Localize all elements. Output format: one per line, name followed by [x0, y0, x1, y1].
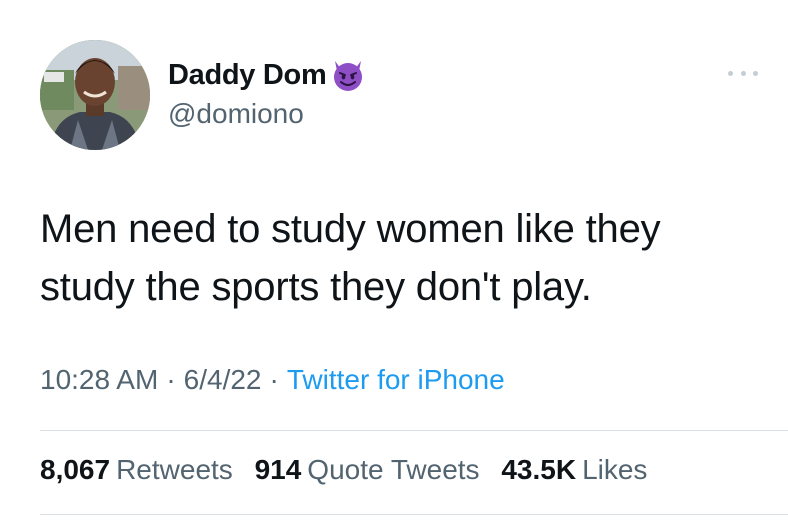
divider: [40, 514, 788, 515]
tweet-text-line: Men need to study women like they: [40, 207, 661, 251]
likes-count: 43.5K: [501, 454, 577, 485]
separator: ·: [166, 364, 176, 395]
avatar[interactable]: [40, 40, 150, 150]
tweet-stats: 8,067 Retweets 914 Quote Tweets 43.5K Likes: [40, 454, 661, 486]
separator: ·: [269, 364, 279, 395]
more-options-icon[interactable]: [728, 66, 758, 80]
likes-label: Likes: [582, 454, 648, 485]
author-name-row: Daddy Dom: [168, 56, 366, 94]
tweet-date[interactable]: 6/4/22: [184, 364, 262, 395]
quote-tweets-stat[interactable]: 914 Quote Tweets: [255, 454, 480, 485]
retweets-stat[interactable]: 8,067 Retweets: [40, 454, 233, 485]
dot: [753, 70, 758, 76]
author-display-name[interactable]: Daddy Dom: [168, 59, 327, 92]
quote-tweets-count: 914: [254, 454, 302, 485]
tweet-text: Men need to study women like they study …: [40, 200, 760, 316]
retweets-count: 8,067: [40, 454, 111, 485]
likes-stat[interactable]: 43.5K Likes: [501, 454, 647, 485]
author-handle[interactable]: @domiono: [168, 98, 366, 130]
tweet-time[interactable]: 10:28 AM: [40, 364, 158, 395]
divider: [40, 430, 788, 431]
tweet-source-link[interactable]: Twitter for iPhone: [287, 364, 505, 395]
quote-tweets-label: Quote Tweets: [307, 454, 480, 485]
tweet-text-line: study the sports they don't play.: [40, 265, 592, 309]
dot: [740, 70, 746, 76]
author-block: Daddy Dom @domiono: [168, 56, 366, 130]
dot: [728, 70, 733, 76]
tweet-meta: 10:28 AM · 6/4/22 · Twitter for iPhone: [40, 364, 505, 396]
avatar-photo: [40, 40, 150, 150]
retweets-label: Retweets: [116, 454, 233, 485]
tweet-card: Daddy Dom @domiono Men need to study wom…: [0, 0, 788, 532]
smiling-face-with-horns-icon: [330, 57, 366, 93]
